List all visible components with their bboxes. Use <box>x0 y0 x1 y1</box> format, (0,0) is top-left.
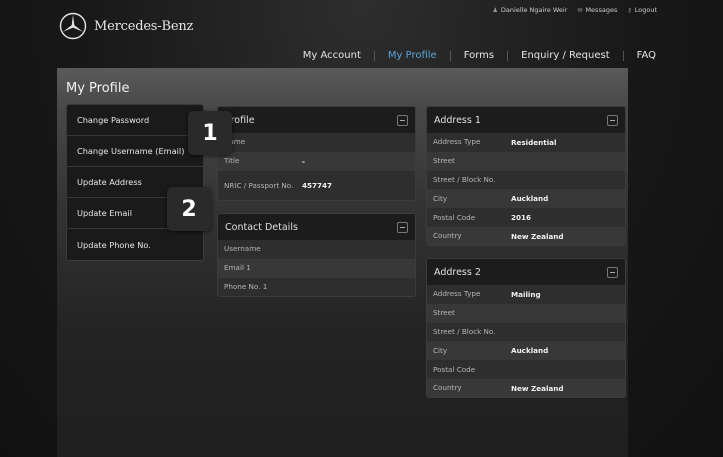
table-row: City Auckland <box>427 189 625 209</box>
table-row: Street <box>427 303 625 323</box>
address-1-panel: Address 1 Address Type Residential Street… <box>426 106 626 246</box>
callout-marker-1: 1 <box>188 111 232 155</box>
profile-actions-menu: Change Password Change Username (Email) … <box>66 104 204 261</box>
nav-divider <box>449 50 451 61</box>
address-1-panel-header: Address 1 <box>427 107 625 133</box>
user-icon: ♟ <box>492 6 498 14</box>
sidebar-item-change-password[interactable]: Change Password <box>67 105 203 136</box>
main-content: My Profile Change Password Change Userna… <box>57 68 628 457</box>
panel-title: Contact Details <box>225 221 298 233</box>
nav-forms[interactable]: Forms <box>464 50 494 61</box>
nav-divider <box>507 50 509 61</box>
nav-my-account[interactable]: My Account <box>303 50 361 61</box>
table-row: Postal Code 2016 <box>427 208 625 227</box>
table-row: Username <box>218 240 415 259</box>
profile-rows: Name Title - NRIC / Passport No. 457747 <box>218 133 415 200</box>
table-row: Street <box>427 151 625 171</box>
table-row: Postal Code <box>427 360 625 379</box>
nav-my-profile[interactable]: My Profile <box>388 50 437 61</box>
table-row: Address Type Mailing <box>427 285 625 304</box>
collapse-icon[interactable] <box>607 266 618 278</box>
page-title: My Profile <box>66 81 130 96</box>
nav-divider <box>622 50 624 61</box>
address-2-panel-header: Address 2 <box>427 259 625 285</box>
key-icon: ⚷ <box>627 6 632 14</box>
panel-title: Address 1 <box>434 114 481 126</box>
callout-marker-2: 2 <box>167 187 211 231</box>
messages-link[interactable]: ✉ Messages <box>577 6 617 14</box>
mercedes-star-icon <box>59 12 87 40</box>
brand-name: Mercedes-Benz <box>94 18 194 34</box>
contact-panel-header: Contact Details <box>218 214 415 240</box>
table-row: NRIC / Passport No. 457747 <box>218 170 415 200</box>
table-row: Title - <box>218 151 415 171</box>
address-1-rows: Address Type Residential Street Street / … <box>427 133 625 245</box>
envelope-icon: ✉ <box>577 6 583 14</box>
collapse-icon[interactable] <box>607 114 618 126</box>
utility-nav: ♟ Danielle Ngaire Weir ✉ Messages ⚷ Logo… <box>493 6 657 14</box>
panel-title: Address 2 <box>434 266 481 278</box>
table-row: Street / Block No. <box>427 322 625 342</box>
table-row: Street / Block No. <box>427 170 625 190</box>
address-2-rows: Address Type Mailing Street Street / Bloc… <box>427 285 625 397</box>
main-nav: My Account My Profile Forms Enquiry / Re… <box>303 50 656 61</box>
table-row: Address Type Residential <box>427 133 625 152</box>
table-row: Name <box>218 133 415 152</box>
nav-enquiry[interactable]: Enquiry / Request <box>521 50 610 61</box>
nav-divider <box>373 50 375 61</box>
sidebar-item-change-username[interactable]: Change Username (Email) <box>67 136 203 167</box>
user-link[interactable]: ♟ Danielle Ngaire Weir <box>493 6 568 14</box>
nav-faq[interactable]: FAQ <box>637 50 656 61</box>
table-row: Country New Zealand <box>427 226 625 245</box>
sidebar-item-update-phone[interactable]: Update Phone No. <box>67 229 203 260</box>
table-row: Country New Zealand <box>427 378 625 397</box>
contact-details-panel: Contact Details Username Email 1 Phone N… <box>217 213 416 297</box>
logout-link[interactable]: ⚷ Logout <box>627 6 657 14</box>
brand[interactable]: Mercedes-Benz <box>59 12 193 40</box>
address-2-panel: Address 2 Address Type Mailing Street Str… <box>426 258 626 398</box>
table-row: City Auckland <box>427 341 625 361</box>
profile-panel: Profile Name Title - NRIC / Passport No.… <box>217 106 416 201</box>
contact-rows: Username Email 1 Phone No. 1 <box>218 240 415 296</box>
profile-panel-header: Profile <box>218 107 415 133</box>
table-row: Email 1 <box>218 258 415 278</box>
table-row: Phone No. 1 <box>218 277 415 296</box>
collapse-icon[interactable] <box>397 221 408 233</box>
collapse-icon[interactable] <box>397 114 408 126</box>
